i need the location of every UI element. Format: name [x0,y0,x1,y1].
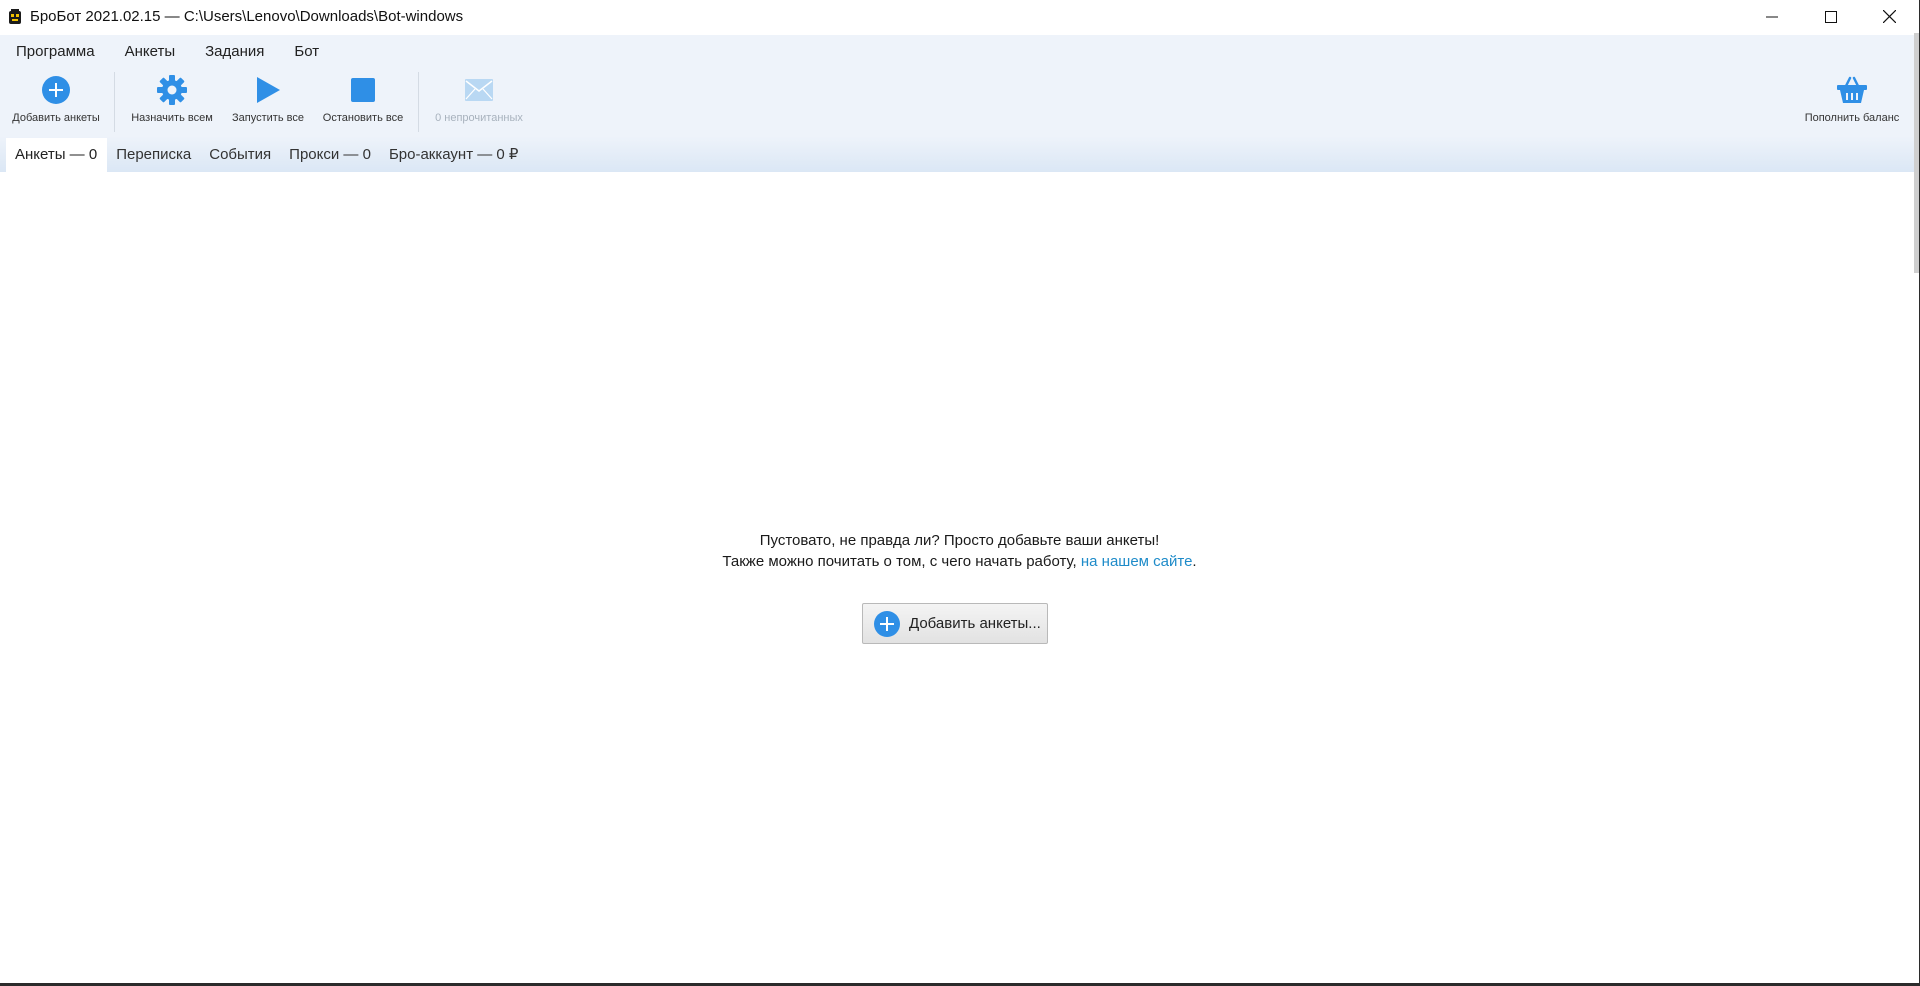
close-icon [1883,10,1896,23]
close-button[interactable] [1860,0,1919,33]
maximize-icon [1824,10,1837,23]
empty-state-line2: Также можно почитать о том, с чего начат… [0,551,1919,572]
unread-messages-label: 0 непрочитанных [435,112,523,124]
menu-forms[interactable]: Анкеты [110,35,191,68]
plus-circle-icon [42,76,70,104]
menu-tasks[interactable]: Задания [190,35,279,68]
gear-icon [157,75,187,105]
add-forms-label: Добавить анкеты [12,112,100,124]
forms-panel: Пустовато, не правда ли? Просто добавьте… [0,172,1919,983]
tab-events[interactable]: События [200,138,280,172]
menu-bot[interactable]: Бот [279,35,334,68]
start-all-label: Запустить все [232,112,304,124]
toolbar-separator [418,72,419,132]
minimize-button[interactable] [1742,0,1801,33]
tab-bar: Анкеты — 0 Переписка События Прокси — 0 … [0,136,1919,172]
window-edge [1914,33,1919,273]
app-window: БроБот 2021.02.15 — C:\Users\Lenovo\Down… [0,0,1919,983]
tab-forms[interactable]: Анкеты — 0 [6,138,108,172]
empty-state-message: Пустовато, не правда ли? Просто добавьте… [0,530,1919,572]
top-up-balance-label: Пополнить баланс [1804,112,1900,124]
stop-all-label: Остановить все [322,112,404,124]
empty-state-line2-text: Также можно почитать о том, с чего начат… [722,553,1081,570]
add-forms-button[interactable]: Добавить анкеты [8,68,104,136]
website-link[interactable]: на нашем сайте [1081,553,1193,570]
window-controls [1742,0,1919,33]
menu-bar: Программа Анкеты Задания Бот [0,35,1919,68]
add-forms-big-button-label: Добавить анкеты... [909,615,1041,632]
add-forms-big-button[interactable]: Добавить анкеты... [862,603,1048,644]
bot-icon [9,8,21,24]
assign-all-button[interactable]: Назначить всем [128,68,216,136]
top-up-balance-button[interactable]: Пополнить баланс [1800,68,1904,136]
stop-icon [351,78,375,102]
assign-all-label: Назначить всем [131,112,213,124]
tab-bro-account[interactable]: Бро-аккаунт — 0 ₽ [380,138,528,172]
toolbar: Добавить анкеты Назначить всем Запустить… [0,68,1919,136]
maximize-button[interactable] [1801,0,1860,33]
title-bar: БроБот 2021.02.15 — C:\Users\Lenovo\Down… [0,0,1919,33]
window-title: БроБот 2021.02.15 — C:\Users\Lenovo\Down… [30,8,464,25]
empty-state-line1: Пустовато, не правда ли? Просто добавьте… [759,532,1160,549]
toolbar-separator [114,72,115,132]
menu-program[interactable]: Программа [0,35,110,68]
empty-state-line2-end: . [1192,553,1197,570]
minimize-icon [1765,16,1778,17]
envelope-icon [465,79,493,101]
play-icon [257,77,280,103]
unread-messages-button[interactable]: 0 непрочитанных [430,68,528,136]
plus-circle-icon [874,610,900,637]
tab-proxies[interactable]: Прокси — 0 [280,138,380,172]
stop-all-button[interactable]: Остановить все [318,68,408,136]
tab-messages[interactable]: Переписка [107,138,200,172]
start-all-button[interactable]: Запустить все [226,68,310,136]
basket-icon [1837,76,1867,103]
